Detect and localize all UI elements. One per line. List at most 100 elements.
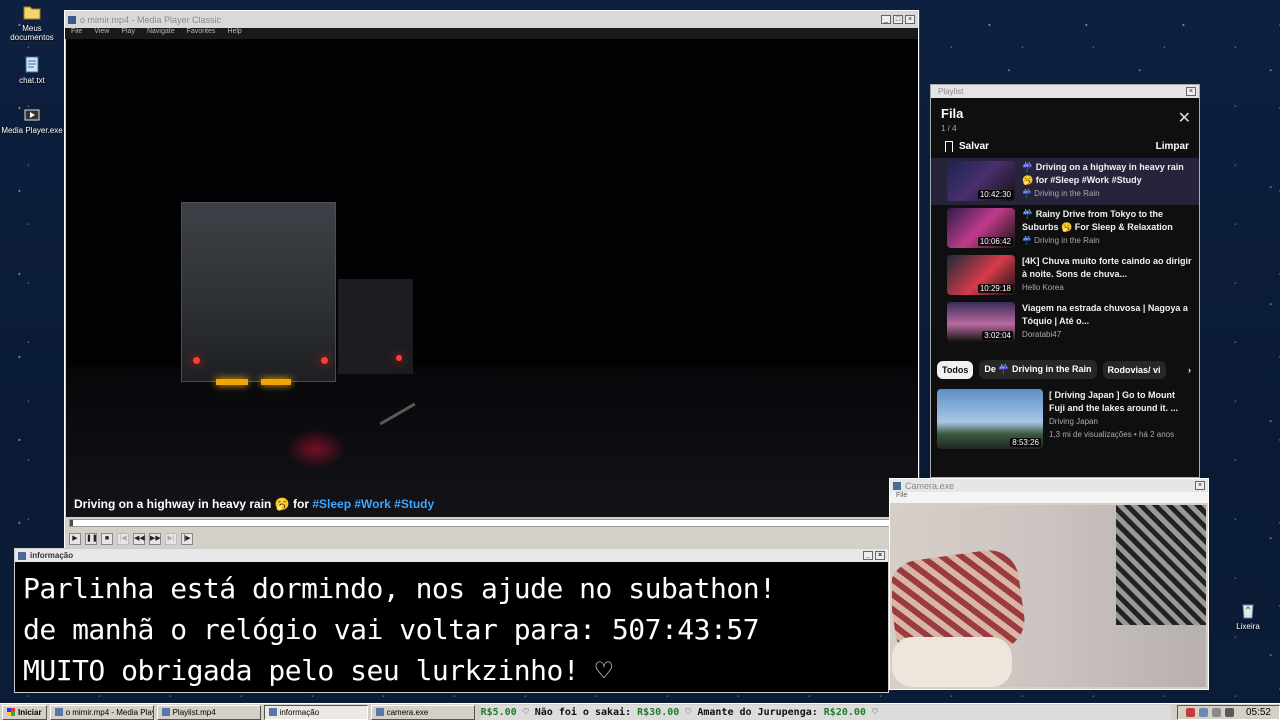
window-title: o mimir.mp4 - Media Player Classic	[80, 14, 222, 25]
play-button[interactable]: ▶	[69, 533, 81, 545]
video-thumbnail[interactable]: 10:29:18	[947, 255, 1015, 295]
video-truck-cab	[338, 279, 413, 374]
camera-window: Camera.exe × File	[889, 478, 1209, 690]
close-button[interactable]: ×	[1195, 481, 1205, 490]
fast-forward-button[interactable]: ▶▶	[149, 533, 161, 545]
notepad-icon	[25, 56, 39, 73]
frame-step-button[interactable]: |▶	[181, 533, 193, 545]
info-line: de manhã o relógio vai voltar para: 507:…	[23, 613, 760, 646]
donation-amount: R$30.00	[637, 706, 680, 718]
menu-favorites[interactable]: Favorites	[187, 28, 216, 39]
desktop-icon-label: Lixeira	[1236, 622, 1260, 631]
close-button[interactable]: ×	[905, 15, 915, 24]
window-title: informação	[30, 551, 74, 560]
tray-network-icon[interactable]	[1198, 707, 1208, 717]
tray-volume-icon[interactable]	[1224, 707, 1234, 717]
menu-play[interactable]: Play	[121, 28, 135, 39]
playlist-window: Playlist × Fila 1 / 4 ✕ Salvar Limpar 10…	[930, 84, 1200, 478]
window-title: Playlist	[938, 87, 964, 96]
playlist-header: Fila 1 / 4 ✕	[931, 98, 1199, 133]
close-button[interactable]: ×	[1186, 87, 1196, 96]
video-thumbnail[interactable]: 3:02:04	[947, 302, 1015, 342]
video-title: Viagem na estrada chuvosa | Nagoya a Tóq…	[1022, 303, 1188, 326]
menu-view[interactable]: View	[94, 28, 109, 39]
taskbar-item-media-player[interactable]: o mimir.mp4 - Media Player...	[49, 704, 154, 720]
window-title: Camera.exe	[905, 480, 955, 491]
save-button[interactable]: Salvar	[945, 141, 989, 152]
video-thumbnail[interactable]: 8:53:26	[937, 389, 1043, 449]
pause-button[interactable]: ❚❚	[85, 533, 98, 545]
video-tail-light	[321, 357, 328, 364]
playlist-actions: Salvar Limpar	[931, 133, 1199, 158]
start-label: Iniciar	[18, 707, 42, 717]
camera-blanket-pattern	[1116, 505, 1206, 625]
desktop-icon-chat[interactable]: chat.txt	[0, 54, 64, 85]
taskbar-item-camera[interactable]: camera.exe	[370, 704, 475, 720]
clear-button[interactable]: Limpar	[1156, 141, 1189, 152]
video-thumbnail[interactable]: 10:06:42	[947, 208, 1015, 248]
menu-file[interactable]: File	[71, 28, 82, 39]
start-button[interactable]: Iniciar	[2, 704, 47, 720]
tray-settings-icon[interactable]	[1211, 707, 1221, 717]
info-text: Parlinha está dormindo, nos ajude no sub…	[15, 562, 888, 697]
playlist-titlebar[interactable]: Playlist ×	[931, 85, 1199, 98]
taskbar-item-label: o mimir.mp4 - Media Player...	[65, 707, 153, 717]
chevron-right-icon[interactable]: ›	[1188, 365, 1195, 375]
chip-channel[interactable]: De ☔ Driving in the Rain	[979, 360, 1097, 379]
camera-feed	[892, 505, 1206, 687]
maximize-button[interactable]: □	[893, 15, 903, 24]
menu-navigate[interactable]: Navigate	[147, 28, 175, 39]
video-caption-tags[interactable]: #Sleep #Work #Study	[312, 497, 434, 511]
chip-highways[interactable]: Rodovias/ vi	[1102, 360, 1166, 379]
taskbar-item-playlist[interactable]: Playlist.mp4	[156, 704, 261, 720]
folder-icon	[23, 6, 41, 20]
camera-app-icon	[893, 481, 901, 490]
taskbar-item-info[interactable]: informação	[263, 704, 368, 720]
video-display[interactable]: Driving on a highway in heavy rain 🥱 for…	[66, 39, 918, 517]
playlist-title: Fila	[941, 106, 964, 121]
next-button[interactable]: ▶|	[165, 533, 177, 545]
minimize-button[interactable]: _	[863, 551, 873, 560]
video-tail-light	[396, 355, 402, 361]
channel-name: ☔ Driving in the Rain	[1022, 189, 1100, 198]
clock[interactable]: 05:52	[1246, 707, 1271, 718]
previous-button[interactable]: |◀	[117, 533, 129, 545]
recommended-item[interactable]: 8:53:26 [ Driving Japan ] Go to Mount Fu…	[931, 379, 1199, 449]
close-button[interactable]: ×	[875, 551, 885, 560]
media-player-titlebar[interactable]: o mimir.mp4 - Media Player Classic _ □ ×	[65, 11, 918, 28]
bookmark-icon	[945, 141, 953, 152]
seek-thumb[interactable]	[70, 520, 73, 526]
video-thumbnail[interactable]: 10:42:30	[947, 161, 1015, 201]
duration-badge: 8:53:26	[1010, 438, 1041, 447]
duration-badge: 10:29:18	[977, 284, 1013, 293]
playlist-item[interactable]: 10:42:30 ☔ Driving on a highway in heavy…	[931, 158, 1199, 205]
video-tail-light	[193, 357, 200, 364]
menu-help[interactable]: Help	[227, 28, 241, 39]
info-titlebar[interactable]: informação _ ×	[15, 549, 888, 562]
media-player-icon	[24, 109, 40, 121]
desktop-icon-recycle-bin[interactable]: Lixeira	[1216, 600, 1280, 631]
stop-button[interactable]: ■	[101, 533, 113, 545]
windows-logo-icon	[7, 708, 15, 716]
save-label: Salvar	[959, 141, 990, 152]
close-icon[interactable]: ✕	[1178, 108, 1191, 128]
app-icon	[375, 708, 384, 716]
rewind-button[interactable]: ◀◀	[133, 533, 145, 545]
taskbar-item-label: Playlist.mp4	[172, 707, 216, 717]
playlist-item[interactable]: 3:02:04 Viagem na estrada chuvosa | Nago…	[931, 299, 1199, 346]
playback-controls: ▶ ❚❚ ■ |◀ ◀◀ ▶▶ ▶| |▶ 🔈	[69, 531, 915, 547]
playlist-count: 1 / 4	[941, 124, 957, 133]
desktop-icon-media-player[interactable]: Media Player.exe	[0, 104, 64, 135]
camera-titlebar[interactable]: Camera.exe ×	[890, 479, 1208, 492]
playlist-item[interactable]: 10:29:18 [4K] Chuva muito forte caindo a…	[931, 252, 1199, 299]
chip-all[interactable]: Todos	[937, 360, 974, 379]
desktop-icon-documents[interactable]: Meus documentos	[0, 2, 64, 42]
minimize-button[interactable]: _	[881, 15, 891, 24]
seek-bar[interactable]	[69, 519, 915, 527]
menu-file[interactable]: File	[896, 492, 907, 503]
duration-badge: 10:42:30	[977, 190, 1013, 199]
camera-menu-bar: File	[890, 492, 1208, 503]
tray-app-icon[interactable]	[1185, 707, 1195, 717]
donation-text: ♡ Não foi o sakai:	[516, 706, 638, 718]
playlist-item[interactable]: 10:06:42 ☔ Rainy Drive from Tokyo to the…	[931, 205, 1199, 252]
